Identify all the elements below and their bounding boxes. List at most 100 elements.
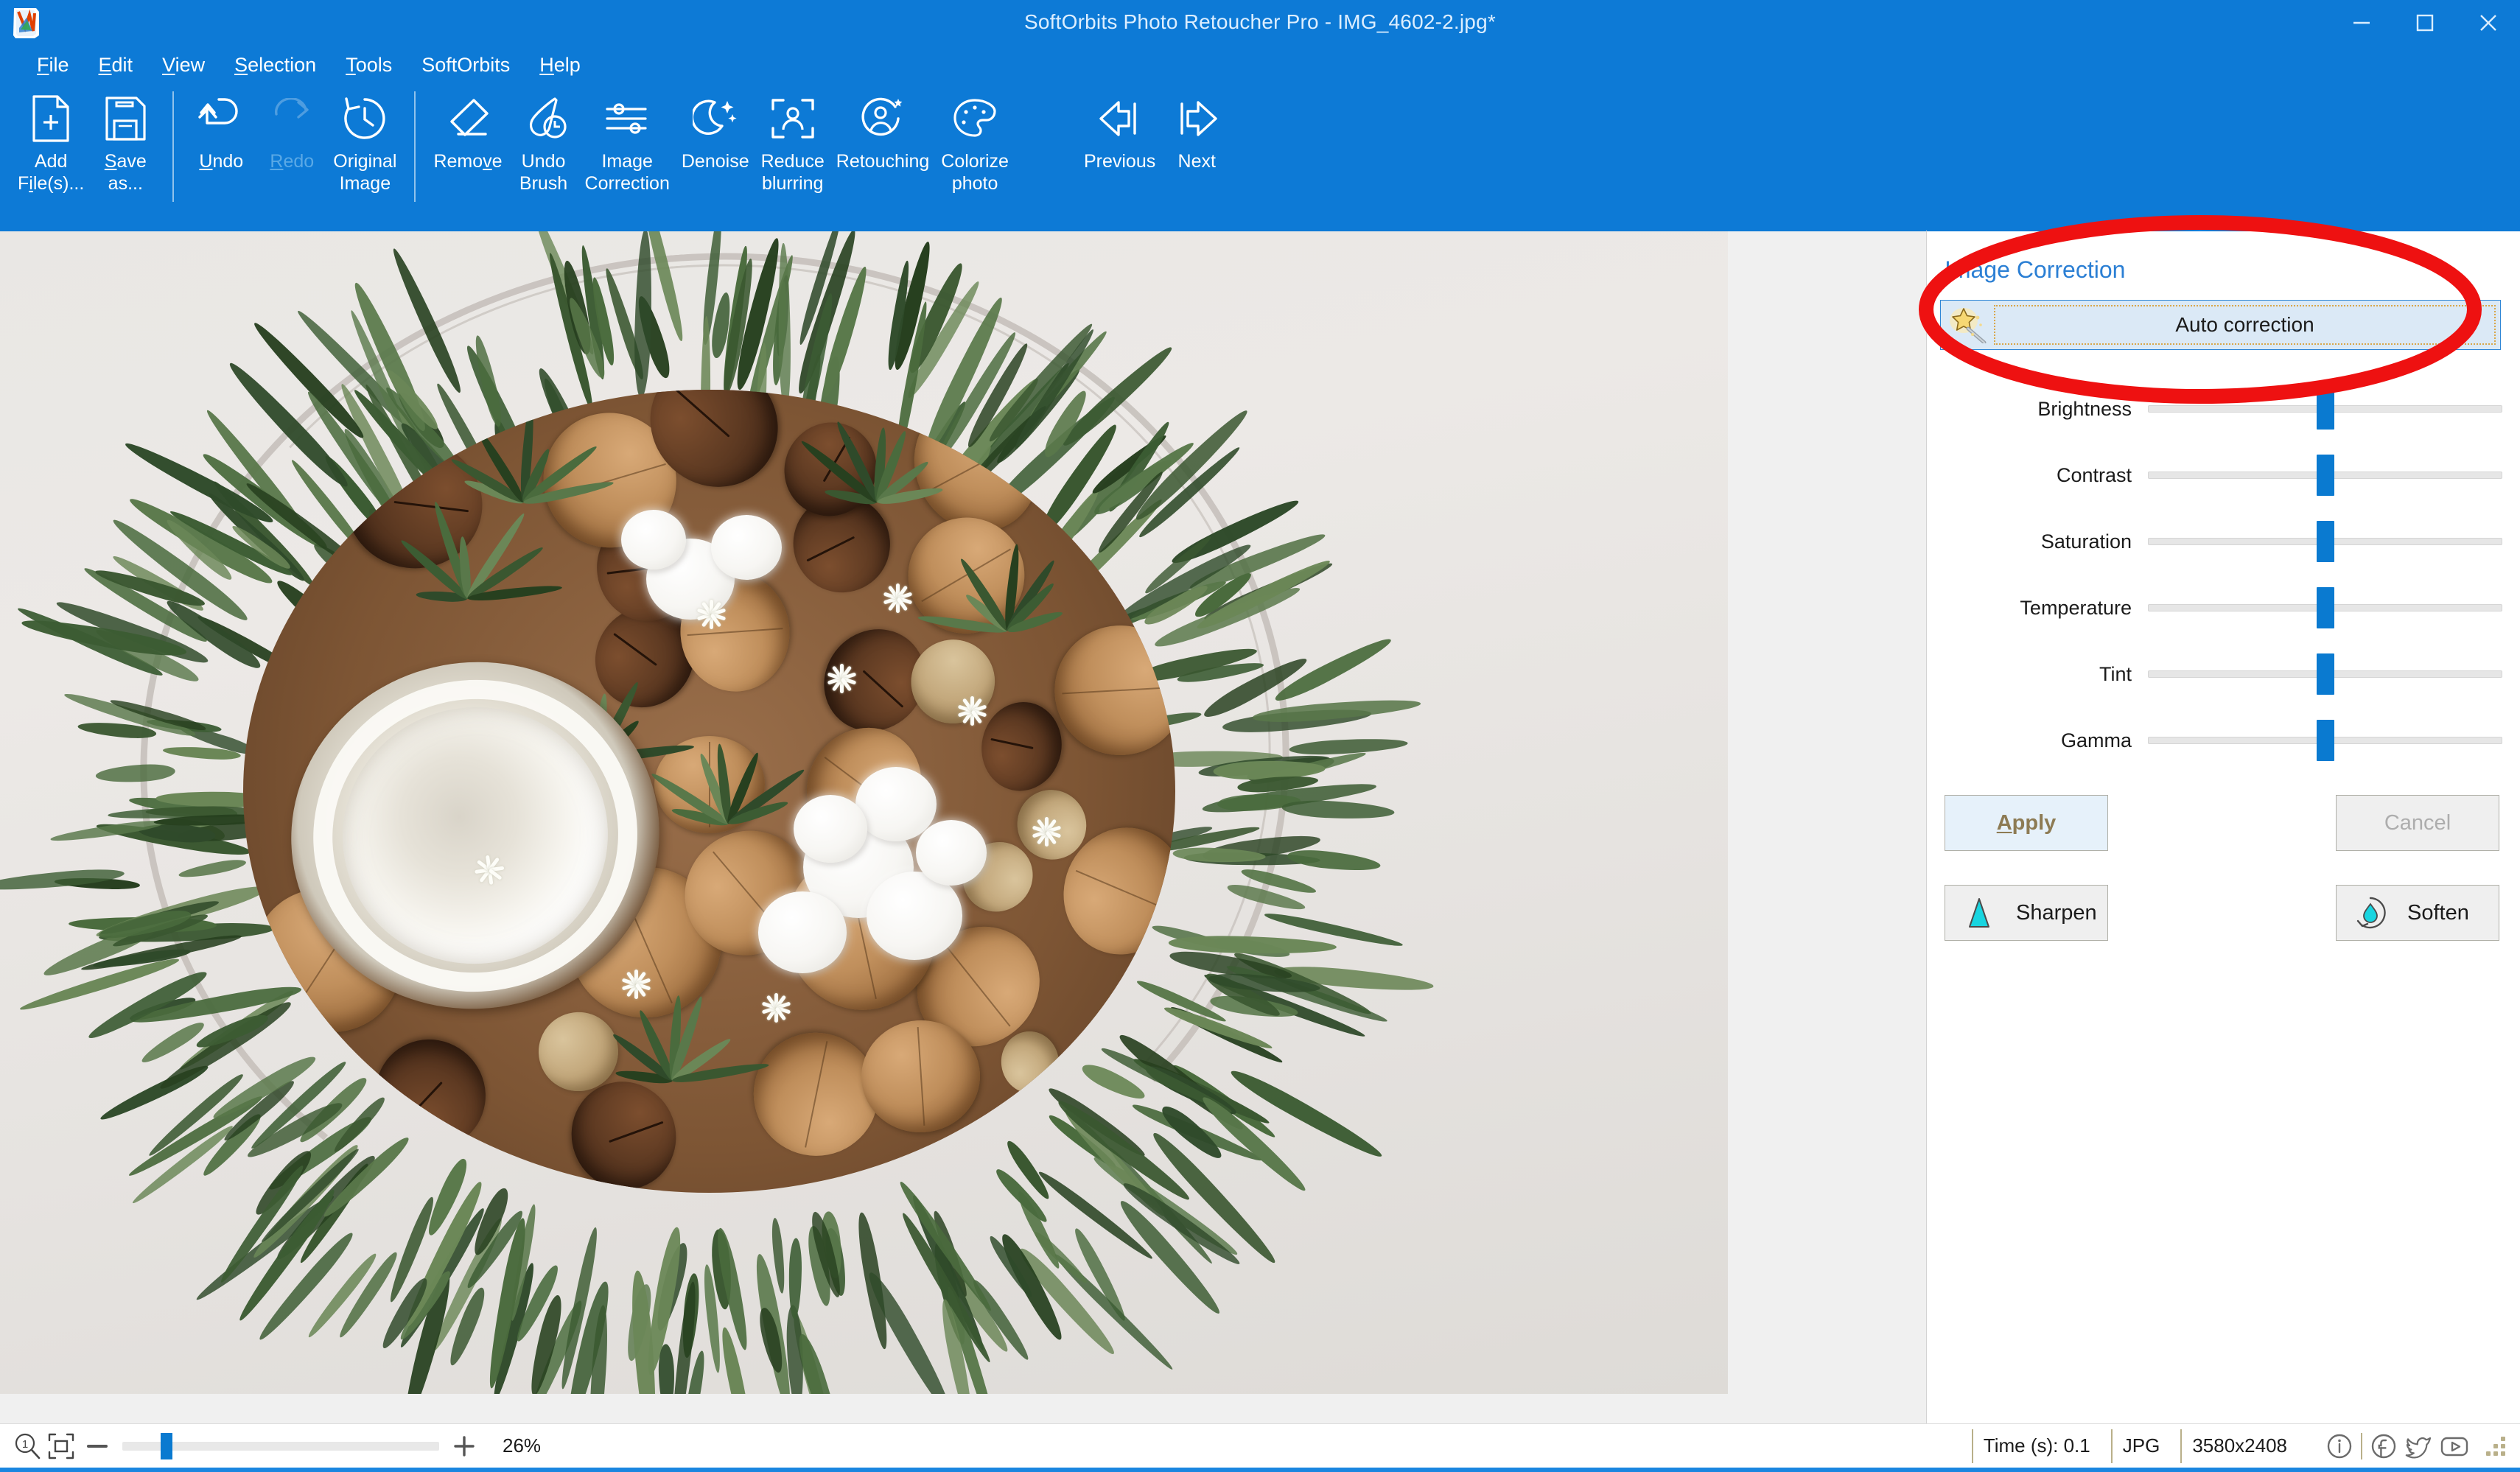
undo-button[interactable]: Undo [186, 84, 256, 175]
rosemary-leaf [178, 856, 248, 881]
rosemary-leaf [1281, 799, 1395, 821]
youtube-play-icon[interactable] [2437, 1429, 2471, 1463]
menu-softorbits[interactable]: SoftOrbits [407, 51, 525, 80]
twitter-bird-icon[interactable] [2402, 1429, 2436, 1463]
remove-button[interactable]: Remove [427, 84, 508, 175]
zoom-in-button[interactable] [445, 1429, 483, 1463]
minimize-button[interactable] [2330, 0, 2393, 46]
slider-row-tint: Tint [1927, 653, 2520, 695]
auto-correction-label: Auto correction [1994, 305, 2496, 345]
image-correction-button[interactable]: Image Correction [579, 84, 676, 197]
white-flower-cluster [754, 987, 795, 1028]
denoise-label: Denoise [681, 151, 749, 172]
sharpen-label: Sharpen [2016, 900, 2097, 925]
slider-thumb-gamma[interactable] [2316, 720, 2334, 761]
cotton-boll [855, 766, 937, 841]
menu-tools[interactable]: Tools [331, 51, 407, 80]
menu-help[interactable]: Help [525, 51, 595, 80]
reduce-blurring-button[interactable]: Reduce blurring [755, 84, 830, 197]
menu-edit[interactable]: Edit [84, 51, 148, 80]
maximize-button[interactable] [2393, 0, 2457, 46]
rosemary-leaf [788, 1238, 802, 1320]
apply-button[interactable]: Apply [1945, 795, 2108, 851]
save-as-button[interactable]: Save as... [90, 84, 161, 197]
white-flower-cluster [614, 964, 655, 1005]
sharpen-button[interactable]: Sharpen [1945, 885, 2108, 941]
toolbar-group-tools: Remove Undo Brush Image Correction Denoise [427, 84, 1015, 221]
toolbar-separator-1 [172, 91, 175, 202]
slider-thumb-brightness[interactable] [2316, 388, 2334, 430]
undo-label: Undo [199, 151, 244, 172]
resize-grip[interactable] [2485, 1434, 2510, 1459]
arrow-left-icon [1091, 91, 1149, 146]
adjustment-sliders: Brightness Contrast Saturation Temperatu… [1927, 388, 2520, 761]
slider-brightness[interactable] [2148, 388, 2502, 430]
zoom-out-button[interactable] [78, 1429, 116, 1463]
slider-row-contrast: Contrast [1927, 455, 2520, 496]
rosemary-leaf [1287, 847, 1382, 875]
add-files-button[interactable]: Add File(s)... [12, 84, 90, 197]
sharpen-triangle-icon [1961, 895, 1997, 930]
zoom-slider[interactable] [122, 1429, 439, 1463]
toolbar-group-file: Add File(s)... Save as... [12, 84, 161, 221]
slider-label-brightness: Brightness [2037, 397, 2132, 420]
denoise-button[interactable]: Denoise [676, 84, 755, 175]
slider-row-temperature: Temperature [1927, 587, 2520, 628]
slider-thumb-temperature[interactable] [2316, 587, 2334, 628]
menu-selection[interactable]: Selection [220, 51, 331, 80]
white-flower-cluster [819, 658, 861, 699]
zoom-slider-thumb[interactable] [160, 1432, 172, 1459]
fit-to-window-icon[interactable] [44, 1429, 78, 1463]
undo-brush-button[interactable]: Undo Brush [508, 84, 579, 197]
colorize-photo-button[interactable]: Colorize photo [935, 84, 1015, 197]
undo-arrow-icon [192, 91, 251, 146]
window-title: SoftOrbits Photo Retoucher Pro - IMG_460… [1024, 10, 1496, 33]
slider-thumb-contrast[interactable] [2316, 455, 2334, 496]
slider-tint[interactable] [2148, 653, 2502, 695]
remove-label: Remove [433, 151, 503, 172]
redo-arrow-icon [262, 91, 321, 146]
undo-brush-label: Undo Brush [519, 151, 568, 194]
auto-correction-button[interactable]: Auto correction [1940, 300, 2501, 350]
menu-file[interactable]: File [22, 51, 84, 80]
toolbar-group-navigation: Previous Next [1078, 84, 1232, 221]
status-format: JPG [2110, 1429, 2181, 1463]
info-circle-icon[interactable] [2323, 1429, 2356, 1463]
retouching-button[interactable]: Retouching [830, 84, 935, 175]
redo-button[interactable]: Redo [256, 84, 327, 175]
slider-thumb-tint[interactable] [2316, 653, 2334, 695]
slider-temperature[interactable] [2148, 587, 2502, 628]
menu-view[interactable]: View [147, 51, 220, 80]
cancel-button[interactable]: Cancel [2336, 795, 2499, 851]
next-label: Next [1177, 151, 1216, 172]
image-correction-panel: Image Correction Auto correction Brightn… [1926, 230, 2520, 1423]
slider-row-saturation: Saturation [1927, 521, 2520, 562]
next-button[interactable]: Next [1161, 84, 1232, 175]
zoom-actual-size-icon[interactable]: 1 [10, 1429, 44, 1463]
slider-row-brightness: Brightness [1927, 388, 2520, 430]
social-separator [2361, 1432, 2362, 1459]
slider-saturation[interactable] [2148, 521, 2502, 562]
photo-image[interactable] [0, 231, 1728, 1394]
close-button[interactable] [2457, 0, 2520, 46]
white-flower-cluster [875, 578, 917, 619]
person-gear-icon [853, 91, 912, 146]
document-plus-icon [21, 91, 80, 146]
slider-thumb-saturation[interactable] [2316, 521, 2334, 562]
white-flower-cluster [689, 594, 730, 635]
slider-gamma[interactable] [2148, 720, 2502, 761]
zoom-percentage: 26% [503, 1434, 542, 1457]
slider-contrast[interactable] [2148, 455, 2502, 496]
rosemary-leaf [769, 1217, 787, 1294]
toolbar-separator-2 [414, 91, 416, 202]
cotton-boll [916, 820, 987, 886]
status-time: Time (s): 0.1 [1971, 1429, 2111, 1463]
main-toolbar: Add File(s)... Save as... Undo Redo Orig… [0, 84, 2520, 230]
slider-label-gamma: Gamma [2060, 729, 2132, 751]
facebook-icon[interactable] [2367, 1429, 2401, 1463]
soften-button[interactable]: Soften [2336, 885, 2499, 941]
redo-label: Redo [270, 151, 315, 172]
previous-button[interactable]: Previous [1078, 84, 1161, 175]
original-image-button[interactable]: Original Image [327, 84, 402, 197]
image-canvas-area[interactable] [0, 230, 1926, 1423]
